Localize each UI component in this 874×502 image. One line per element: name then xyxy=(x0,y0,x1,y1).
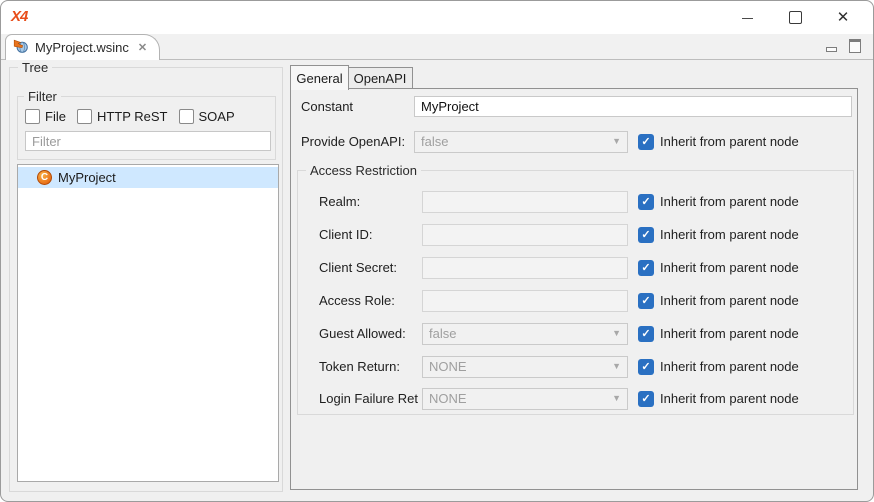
minimize-button[interactable] xyxy=(723,1,771,34)
editor-tab-myproject[interactable]: MyProject.wsinc ✕ xyxy=(5,34,160,60)
filter-checkbox-soap-label: SOAP xyxy=(199,109,235,124)
realm-inherit-label: Inherit from parent node xyxy=(660,195,799,209)
constant-input[interactable] xyxy=(414,96,852,117)
login-failure-inherit-label: Inherit from parent node xyxy=(660,392,799,406)
token-return-inherit-label: Inherit from parent node xyxy=(660,360,799,374)
guest-allowed-inherit-label: Inherit from parent node xyxy=(660,327,799,341)
check-icon: ✓ xyxy=(641,362,650,373)
app-window: X4 ✕ MyProject.wsinc ✕ Tree Filter xyxy=(0,0,874,502)
checkbox-icon xyxy=(77,109,92,124)
tab-general-label: General xyxy=(296,71,342,86)
filter-group-label: Filter xyxy=(24,89,61,104)
constant-icon: C xyxy=(37,170,52,185)
provide-openapi-value: false xyxy=(421,134,448,149)
login-failure-select[interactable]: NONE ▼ xyxy=(422,388,628,410)
check-icon: ✓ xyxy=(641,329,650,340)
app-logo: X4 xyxy=(11,8,27,25)
guest-allowed-label: Guest Allowed: xyxy=(319,327,406,341)
filter-type-checkboxes: File HTTP ReST SOAP xyxy=(25,109,235,124)
realm-label: Realm: xyxy=(319,195,360,209)
client-id-input[interactable] xyxy=(422,224,628,246)
close-icon: ✕ xyxy=(837,10,850,25)
guest-allowed-select[interactable]: false ▼ xyxy=(422,323,628,345)
close-button[interactable]: ✕ xyxy=(819,1,867,34)
minimize-icon xyxy=(742,18,753,19)
tab-general[interactable]: General xyxy=(290,65,349,90)
realm-inherit-checkbox[interactable]: ✓ xyxy=(638,194,654,210)
access-role-input[interactable] xyxy=(422,290,628,312)
access-role-label: Access Role: xyxy=(319,294,395,308)
guest-allowed-value: false xyxy=(429,326,456,341)
client-secret-inherit-checkbox[interactable]: ✓ xyxy=(638,260,654,276)
filter-checkbox-http-rest[interactable]: HTTP ReST xyxy=(77,109,168,124)
maximize-icon xyxy=(789,11,802,24)
filter-input[interactable] xyxy=(25,131,271,151)
provide-openapi-inherit-checkbox[interactable]: ✓ xyxy=(638,134,654,150)
client-secret-label: Client Secret: xyxy=(319,261,397,275)
token-return-inherit-checkbox[interactable]: ✓ xyxy=(638,359,654,375)
provide-openapi-label: Provide OpenAPI: xyxy=(301,135,405,149)
tree-item-myproject[interactable]: C MyProject xyxy=(18,167,278,188)
chevron-down-icon: ▼ xyxy=(612,137,621,146)
constant-label: Constant xyxy=(301,100,353,114)
check-icon: ✓ xyxy=(641,263,650,274)
client-secret-inherit-label: Inherit from parent node xyxy=(660,261,799,275)
tree-group-label: Tree xyxy=(18,60,52,75)
access-restriction-label: Access Restriction xyxy=(306,163,421,178)
filter-checkbox-http-rest-label: HTTP ReST xyxy=(97,109,168,124)
chevron-down-icon: ▼ xyxy=(612,329,621,338)
client-secret-input[interactable] xyxy=(422,257,628,279)
filter-checkbox-file[interactable]: File xyxy=(25,109,66,124)
chevron-down-icon: ▼ xyxy=(612,362,621,371)
filter-checkbox-file-label: File xyxy=(45,109,66,124)
window-controls: ✕ xyxy=(723,1,867,34)
login-failure-inherit-checkbox[interactable]: ✓ xyxy=(638,391,654,407)
checkbox-icon xyxy=(179,109,194,124)
login-failure-label: Login Failure Ret xyxy=(319,392,418,406)
check-icon: ✓ xyxy=(641,230,650,241)
token-return-select[interactable]: NONE ▼ xyxy=(422,356,628,378)
tree-item-label: MyProject xyxy=(58,170,116,185)
checkbox-icon xyxy=(25,109,40,124)
client-id-label: Client ID: xyxy=(319,228,372,242)
provide-openapi-inherit-label: Inherit from parent node xyxy=(660,135,799,149)
view-controls xyxy=(826,39,861,53)
project-tree[interactable]: C MyProject xyxy=(17,164,279,482)
wsinc-file-icon xyxy=(13,38,29,57)
check-icon: ✓ xyxy=(641,394,650,405)
login-failure-value: NONE xyxy=(429,391,467,406)
title-bar: X4 ✕ xyxy=(1,1,873,34)
filter-checkbox-soap[interactable]: SOAP xyxy=(179,109,235,124)
provide-openapi-select[interactable]: false ▼ xyxy=(414,131,628,153)
tab-openapi-label: OpenAPI xyxy=(354,71,407,86)
maximize-view-icon[interactable] xyxy=(849,39,861,53)
access-role-inherit-label: Inherit from parent node xyxy=(660,294,799,308)
client-id-inherit-label: Inherit from parent node xyxy=(660,228,799,242)
token-return-label: Token Return: xyxy=(319,360,400,374)
chevron-down-icon: ▼ xyxy=(612,394,621,403)
tab-openapi[interactable]: OpenAPI xyxy=(347,67,413,89)
maximize-button[interactable] xyxy=(771,1,819,34)
editor-tab-close-icon[interactable]: ✕ xyxy=(138,41,147,54)
check-icon: ✓ xyxy=(641,137,650,148)
check-icon: ✓ xyxy=(641,296,650,307)
client-id-inherit-checkbox[interactable]: ✓ xyxy=(638,227,654,243)
editor-tab-title: MyProject.wsinc xyxy=(35,40,129,55)
minimize-view-icon[interactable] xyxy=(826,47,837,52)
token-return-value: NONE xyxy=(429,359,467,374)
guest-allowed-inherit-checkbox[interactable]: ✓ xyxy=(638,326,654,342)
check-icon: ✓ xyxy=(641,197,650,208)
realm-input[interactable] xyxy=(422,191,628,213)
access-role-inherit-checkbox[interactable]: ✓ xyxy=(638,293,654,309)
